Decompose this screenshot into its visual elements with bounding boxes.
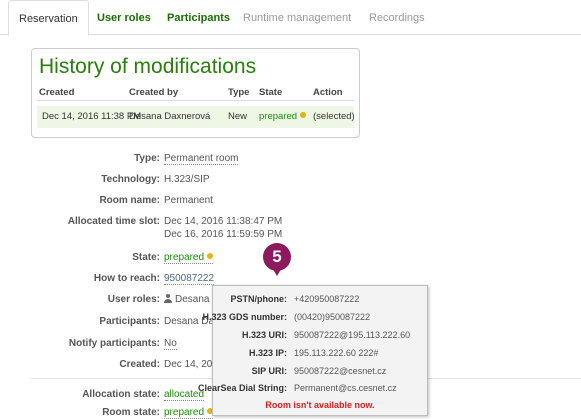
cell-created-by: Desana Daxnerová (129, 111, 211, 122)
participants-label: Participants: (99, 316, 160, 327)
technology-value: H.323/SIP (164, 174, 210, 185)
created-value: Dec 14, 201 (164, 359, 218, 370)
gds-value: (00420)950087222 (294, 312, 371, 322)
h323-ip-label: H.323 IP: (248, 348, 287, 358)
clearsea-value: Permanent@cs.cesnet.cz (294, 383, 397, 393)
tab-runtime-management[interactable]: Runtime management (233, 0, 361, 35)
col-created: Created (39, 87, 75, 98)
tab-bar: Reservation User roles Participants Runt… (0, 0, 581, 36)
room-unavailable-warning: Room isn't available now. (265, 400, 375, 410)
slot-label: Allocated time slot: (67, 216, 160, 227)
notify-value[interactable]: No (164, 338, 177, 350)
room-name-value: Permanent (164, 195, 213, 206)
h323-uri-value: 950087222@195.113.222.60 (294, 330, 411, 340)
cell-state-text: prepared (259, 111, 298, 122)
history-panel: History of modifications Created Created… (31, 48, 360, 138)
pstn-label: PSTN/phone: (230, 294, 288, 304)
type-value[interactable]: Permanent room (164, 153, 239, 165)
cell-created: Dec 14, 2016 11:38 PM (42, 111, 142, 122)
room-state-label: Room state: (102, 407, 160, 418)
sip-uri-value: 950087222@cesnet.cz (294, 366, 387, 376)
room-name-label: Room name: (99, 195, 160, 206)
col-created-by: Created by (129, 87, 179, 98)
state-dot-icon (300, 112, 307, 118)
h323-ip-value: 195.113.222.60 222# (294, 348, 379, 358)
state-dot-icon (207, 253, 214, 259)
technology-label: Technology: (101, 174, 160, 185)
cell-type: New (228, 111, 248, 122)
history-header-divider (37, 100, 354, 101)
user-roles-label: User roles: (107, 294, 160, 305)
allocation-state-label: Allocation state: (82, 389, 160, 400)
type-label: Type: (134, 153, 160, 164)
room-state-text: prepared (164, 407, 205, 418)
state-value[interactable]: prepared (164, 252, 214, 264)
slot-end: Dec 16, 2016 11:59:59 PM (164, 229, 283, 240)
tab-participants[interactable]: Participants (157, 0, 240, 35)
state-label: State: (132, 252, 160, 263)
room-state-value[interactable]: prepared (164, 407, 214, 419)
how-to-reach-tooltip: PSTN/phone: +420950087222 H.323 GDS numb… (198, 285, 428, 416)
callout-badge-pointer (271, 266, 283, 276)
col-type: Type (228, 87, 250, 98)
clearsea-label: ClearSea Dial String: (197, 383, 287, 393)
reach-value[interactable]: 950087222 (164, 273, 215, 285)
h323-uri-label: H.323 URI: (241, 330, 287, 340)
history-title: History of modifications (39, 55, 257, 78)
user-icon (164, 294, 172, 303)
sip-uri-label: SIP URI: (251, 366, 287, 376)
col-action: Action (313, 87, 343, 98)
state-value-text: prepared (164, 252, 205, 263)
pstn-value: +420950087222 (294, 294, 360, 304)
tab-recordings[interactable]: Recordings (359, 0, 435, 35)
tab-reservation[interactable]: Reservation (8, 0, 89, 36)
tab-user-roles[interactable]: User roles (87, 0, 161, 35)
slot-start: Dec 14, 2016 11:38:47 PM (164, 216, 283, 227)
col-state: State (259, 87, 283, 98)
notify-label: Notify participants: (68, 338, 160, 349)
created-label: Created: (119, 359, 160, 370)
gds-label: H.323 GDS number: (202, 312, 287, 322)
cell-state: prepared (259, 111, 307, 122)
cell-action: (selected) (313, 111, 355, 122)
reach-label: How to reach: (93, 273, 160, 284)
